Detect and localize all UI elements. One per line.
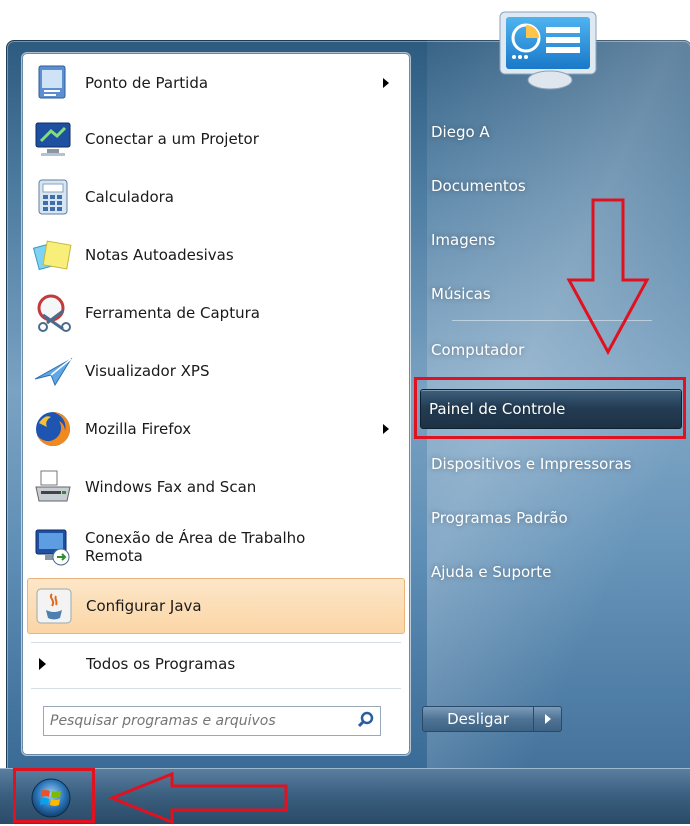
programs-panel: Ponto de Partida Conectar a um Projetor … — [22, 53, 410, 755]
right-item-label: Programas Padrão — [431, 509, 568, 527]
right-item-user[interactable]: Diego A — [423, 114, 685, 150]
remote-desktop-icon — [33, 527, 73, 567]
chevron-right-icon — [544, 714, 551, 724]
program-label: Conexão de Área de Trabalho Remota — [85, 529, 306, 565]
annotation-down-arrow-icon — [566, 198, 650, 356]
shutdown-button[interactable]: Desligar — [422, 706, 534, 732]
program-ponto-de-partida[interactable]: Ponto de Partida — [27, 56, 403, 110]
annotation-highlight-box — [414, 377, 686, 439]
submenu-arrow-icon[interactable] — [383, 78, 389, 88]
java-icon — [34, 586, 74, 626]
user-picture[interactable] — [498, 10, 600, 90]
submenu-arrow-icon[interactable] — [383, 424, 389, 434]
program-label: Ponto de Partida — [85, 74, 209, 92]
program-configurar-java[interactable]: Configurar Java — [27, 578, 405, 634]
program-conexao-remota[interactable]: Conexão de Área de Trabalho Remota — [27, 520, 403, 574]
program-ferramenta-captura[interactable]: Ferramenta de Captura — [27, 286, 403, 340]
shutdown-group: Desligar — [422, 706, 566, 734]
program-label: Configurar Java — [86, 597, 202, 615]
right-item-label: Imagens — [431, 231, 496, 249]
program-conectar-projetor[interactable]: Conectar a um Projetor — [27, 112, 403, 166]
search-input[interactable] — [44, 708, 352, 734]
annotation-left-arrow-icon — [108, 771, 288, 825]
right-item-label: Dispositivos e Impressoras — [431, 455, 632, 473]
expand-triangle-icon — [39, 658, 46, 670]
right-item-label: Músicas — [431, 285, 491, 303]
right-item-label: Documentos — [431, 177, 526, 195]
right-item-label: Diego A — [431, 123, 490, 141]
all-programs-label: Todos os Programas — [86, 655, 236, 673]
program-label: Visualizador XPS — [85, 362, 210, 380]
separator — [31, 642, 401, 643]
program-mozilla-firefox[interactable]: Mozilla Firefox — [27, 402, 403, 456]
user-tile-icon — [499, 11, 597, 90]
firefox-icon — [33, 409, 73, 449]
snipping-tool-icon — [33, 293, 73, 333]
program-visualizador-xps[interactable]: Visualizador XPS — [27, 344, 403, 398]
search-icon[interactable] — [352, 707, 380, 735]
program-label: Mozilla Firefox — [85, 420, 192, 438]
taskbar — [0, 768, 690, 824]
right-item-label: Ajuda e Suporte — [431, 563, 552, 581]
xps-viewer-icon — [33, 351, 73, 391]
program-label: Calculadora — [85, 188, 175, 206]
right-item-programas-padrao[interactable]: Programas Padrão — [423, 500, 685, 536]
program-label: Conectar a um Projetor — [85, 130, 259, 148]
sticky-notes-icon — [32, 235, 73, 275]
program-windows-fax-scan[interactable]: Windows Fax and Scan — [27, 460, 403, 514]
fax-scan-icon — [33, 467, 73, 507]
program-label: Ferramenta de Captura — [85, 304, 260, 322]
search-box[interactable] — [43, 706, 381, 736]
all-programs-button[interactable]: Todos os Programas — [27, 648, 403, 680]
program-notas-autoadesivas[interactable]: Notas Autoadesivas — [27, 228, 403, 282]
calculator-icon — [33, 177, 73, 217]
right-item-ajuda-suporte[interactable]: Ajuda e Suporte — [423, 554, 685, 590]
getting-started-icon — [33, 63, 73, 103]
annotation-start-box — [13, 768, 95, 823]
right-item-label: Computador — [431, 341, 525, 359]
program-label: Notas Autoadesivas — [85, 246, 234, 264]
right-item-dispositivos-impressoras[interactable]: Dispositivos e Impressoras — [423, 446, 685, 482]
program-calculadora[interactable]: Calculadora — [27, 170, 403, 224]
shutdown-label: Desligar — [447, 710, 509, 728]
projector-icon — [33, 119, 73, 159]
separator — [31, 688, 401, 689]
shutdown-options-button[interactable] — [534, 706, 562, 732]
program-label: Windows Fax and Scan — [85, 478, 257, 496]
